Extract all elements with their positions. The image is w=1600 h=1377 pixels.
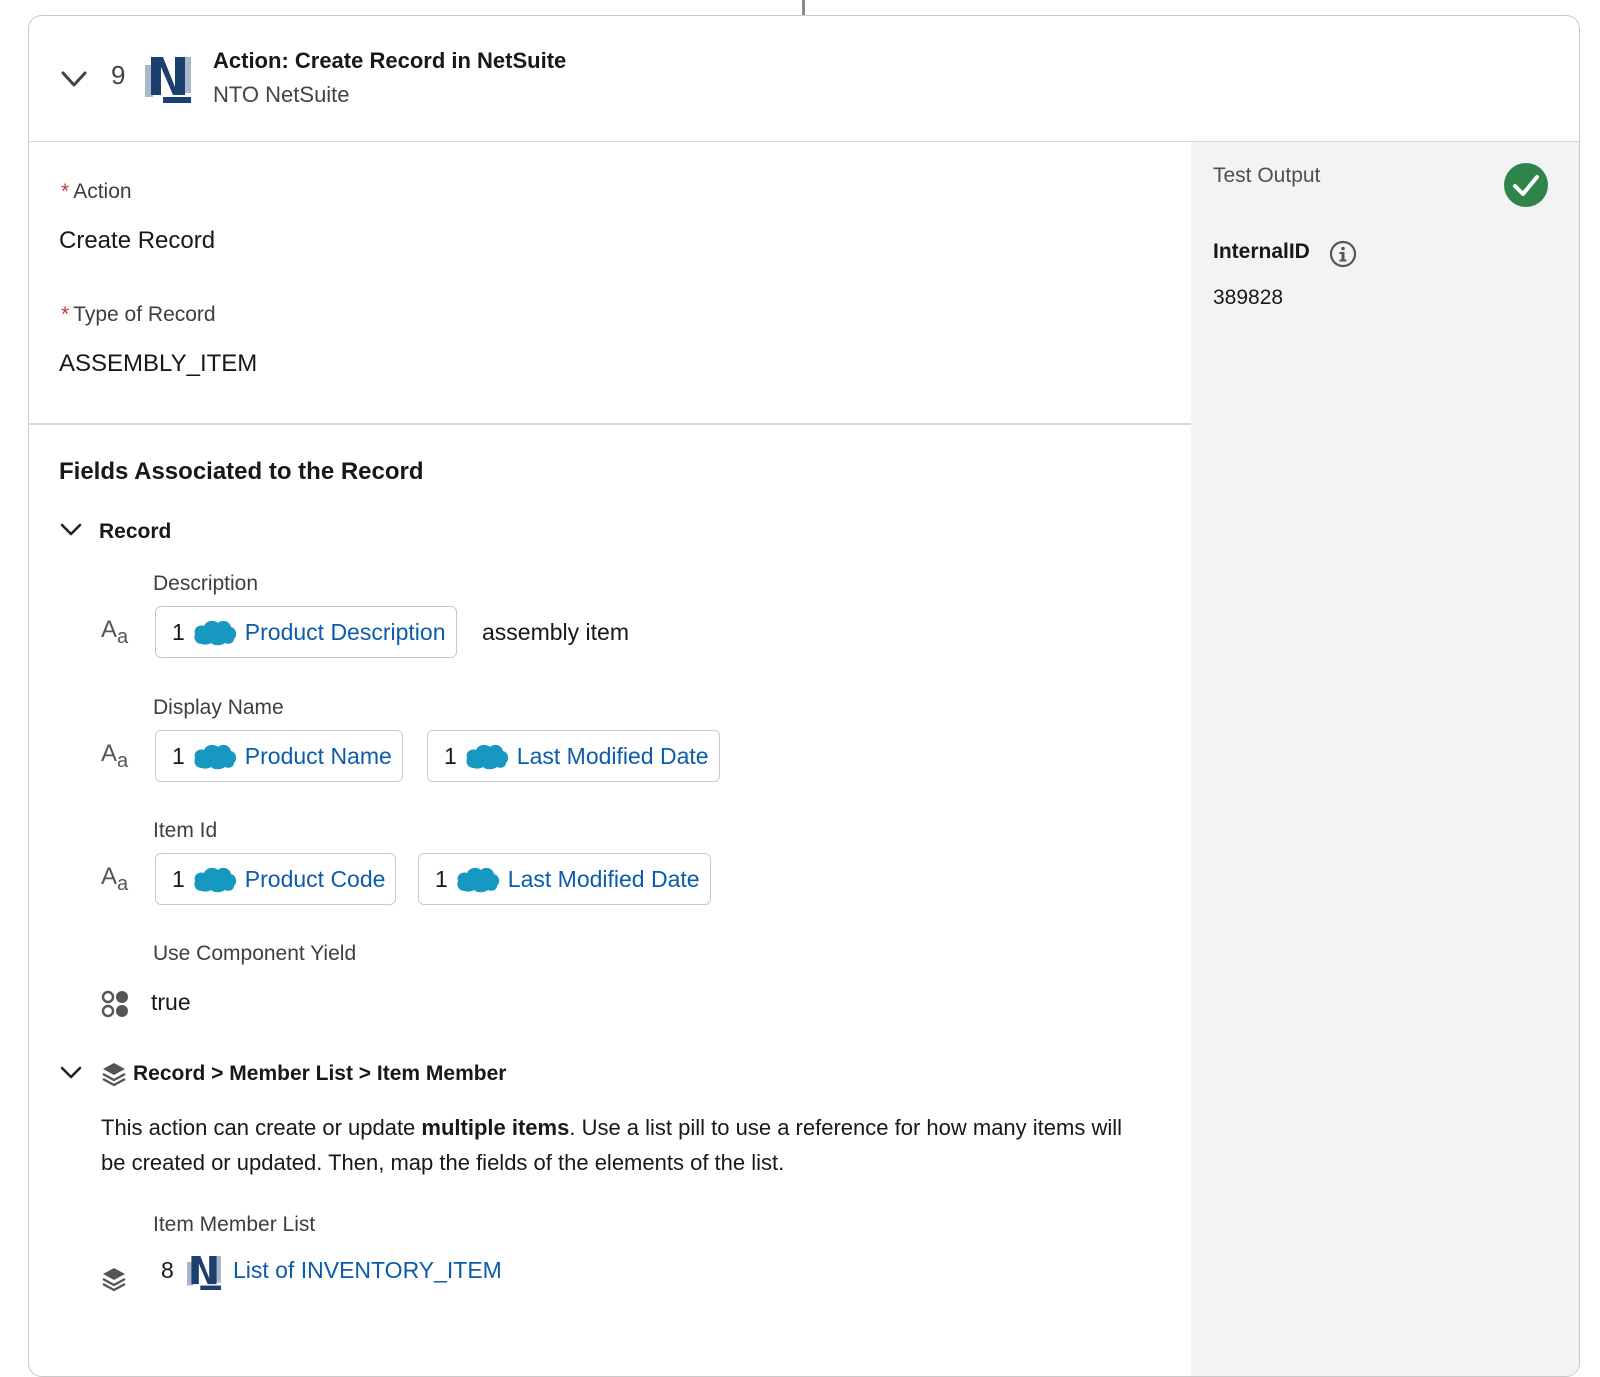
data-pill-last-modified-date[interactable]: 1 Last Modified Date [418,853,711,905]
pill-label: Product Code [244,865,386,892]
output-field-label: InternalID [1213,240,1310,263]
step-title: Action: Create Record in NetSuite [213,48,567,73]
display-name-label: Display Name [153,696,284,719]
output-field-value: 389828 [1213,286,1284,309]
layers-icon [102,1268,126,1292]
info-icon[interactable] [1329,240,1357,268]
data-pill-product-name[interactable]: 1 Product Name [155,730,403,782]
action-value[interactable]: Create Record [59,227,215,255]
required-indicator: * [61,180,70,203]
action-label: * Action [61,180,132,203]
use-component-yield-label: Use Component Yield [153,942,357,965]
netsuite-logo-icon [187,1256,221,1290]
salesforce-cloud-icon [457,867,499,893]
pill-label: Last Modified Date [516,742,709,769]
fields-section-title: Fields Associated to the Record [59,458,424,485]
step-header[interactable]: 9 Action: Create Record in NetSuite NTO … [29,16,1579,142]
text-type-icon: Aa [101,863,129,895]
connection-name: NTO NetSuite [213,82,350,107]
pill-step-number: 1 [172,742,185,769]
pill-label: Product Description [244,618,446,645]
salesforce-cloud-icon [466,744,508,770]
test-output-title: Test Output [1213,164,1321,187]
data-pill-product-code[interactable]: 1 Product Code [155,853,397,905]
layers-icon [102,1063,126,1087]
chevron-down-icon[interactable] [59,1063,83,1083]
step-number: 9 [111,60,126,90]
pill-step-number: 1 [172,618,185,645]
record-group-title[interactable]: Record [99,520,171,544]
record-type-value[interactable]: ASSEMBLY_ITEM [59,350,257,378]
member-list-description: This action can create or update multipl… [101,1115,1122,1175]
success-check-icon [1504,163,1548,207]
description-static-text[interactable]: assembly item [482,619,629,646]
boolean-type-icon [101,990,128,1018]
data-pill-list-of-inventory-item[interactable]: List of INVENTORY_ITEM [233,1257,502,1284]
salesforce-cloud-icon [194,620,236,646]
data-pill-product-description[interactable]: 1 Product Description [155,606,457,658]
test-output-panel: Test Output InternalID 389828 [1191,142,1579,1376]
salesforce-cloud-icon [194,744,236,770]
record-type-label: * Type of Record [61,303,216,326]
section-divider [29,423,1191,425]
text-type-icon: Aa [101,740,129,772]
data-pill-last-modified-date[interactable]: 1 Last Modified Date [427,730,720,782]
item-member-list-label: Item Member List [153,1213,316,1236]
pill-label: Last Modified Date [507,865,700,892]
pill-step-number: 1 [444,742,457,769]
netsuite-logo-icon [145,57,191,103]
required-indicator: * [61,303,70,326]
pill-step-number: 1 [435,865,448,892]
chevron-down-icon[interactable] [59,520,83,540]
salesforce-cloud-icon [194,867,236,893]
description-label: Description [153,572,259,595]
item-id-label: Item Id [153,819,218,842]
chevron-down-icon[interactable] [59,66,89,92]
text-type-icon: Aa [101,616,129,648]
member-list-group-title[interactable]: Record > Member List > Item Member [133,1062,506,1086]
step-card: 9 Action: Create Record in NetSuite NTO … [28,15,1580,1377]
pill-label: Product Name [244,742,392,769]
pill-step-number: 8 [161,1257,174,1283]
use-component-yield-value[interactable]: true [151,989,191,1016]
flow-connector-line [802,0,805,16]
pill-step-number: 1 [172,865,185,892]
